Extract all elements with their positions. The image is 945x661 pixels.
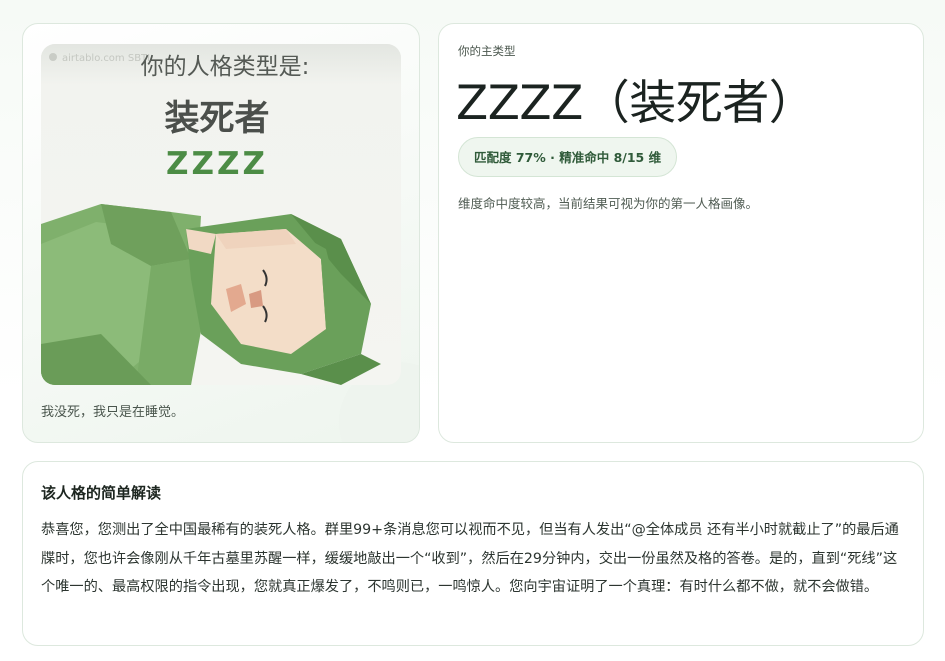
portrait-type-code: ZZZZ — [166, 146, 268, 182]
main-type-card: 你的主类型 ZZZZ（装死者） 匹配度 77% · 精准命中 8/15 维 维度… — [438, 23, 924, 443]
watermark-icon — [49, 53, 57, 61]
main-type-label: 你的主类型 — [458, 44, 516, 58]
interpretation-card: 该人格的简单解读 恭喜您，您测出了全中国最稀有的装死人格。群里99+条消息您可以… — [22, 461, 924, 646]
portrait-heading: 你的人格类型是: — [141, 54, 310, 80]
interpretation-title: 该人格的简单解读 — [41, 484, 162, 502]
portrait-watermark: airtablo.com SBTI — [62, 53, 150, 64]
portrait-card: airtablo.com SBTI 你的人格类型是: 装死者 ZZZZ 我没死，… — [22, 23, 420, 443]
personality-portrait-image: airtablo.com SBTI 你的人格类型是: 装死者 ZZZZ — [41, 44, 401, 385]
portrait-caption: 我没死，我只是在睡觉。 — [41, 405, 185, 420]
main-type-title: ZZZZ（装死者） — [456, 76, 816, 131]
result-page: airtablo.com SBTI 你的人格类型是: 装死者 ZZZZ 我没死，… — [0, 0, 945, 661]
portrait-type-name: 装死者 — [164, 99, 269, 139]
match-score-badge: 匹配度 77% · 精准命中 8/15 维 — [458, 137, 678, 177]
main-type-description: 维度命中度较高，当前结果可视为你的第一人格画像。 — [458, 196, 759, 211]
interpretation-body: 恭喜您，您测出了全中国最稀有的装死人格。群里99+条消息您可以视而不见，但当有人… — [41, 522, 899, 595]
